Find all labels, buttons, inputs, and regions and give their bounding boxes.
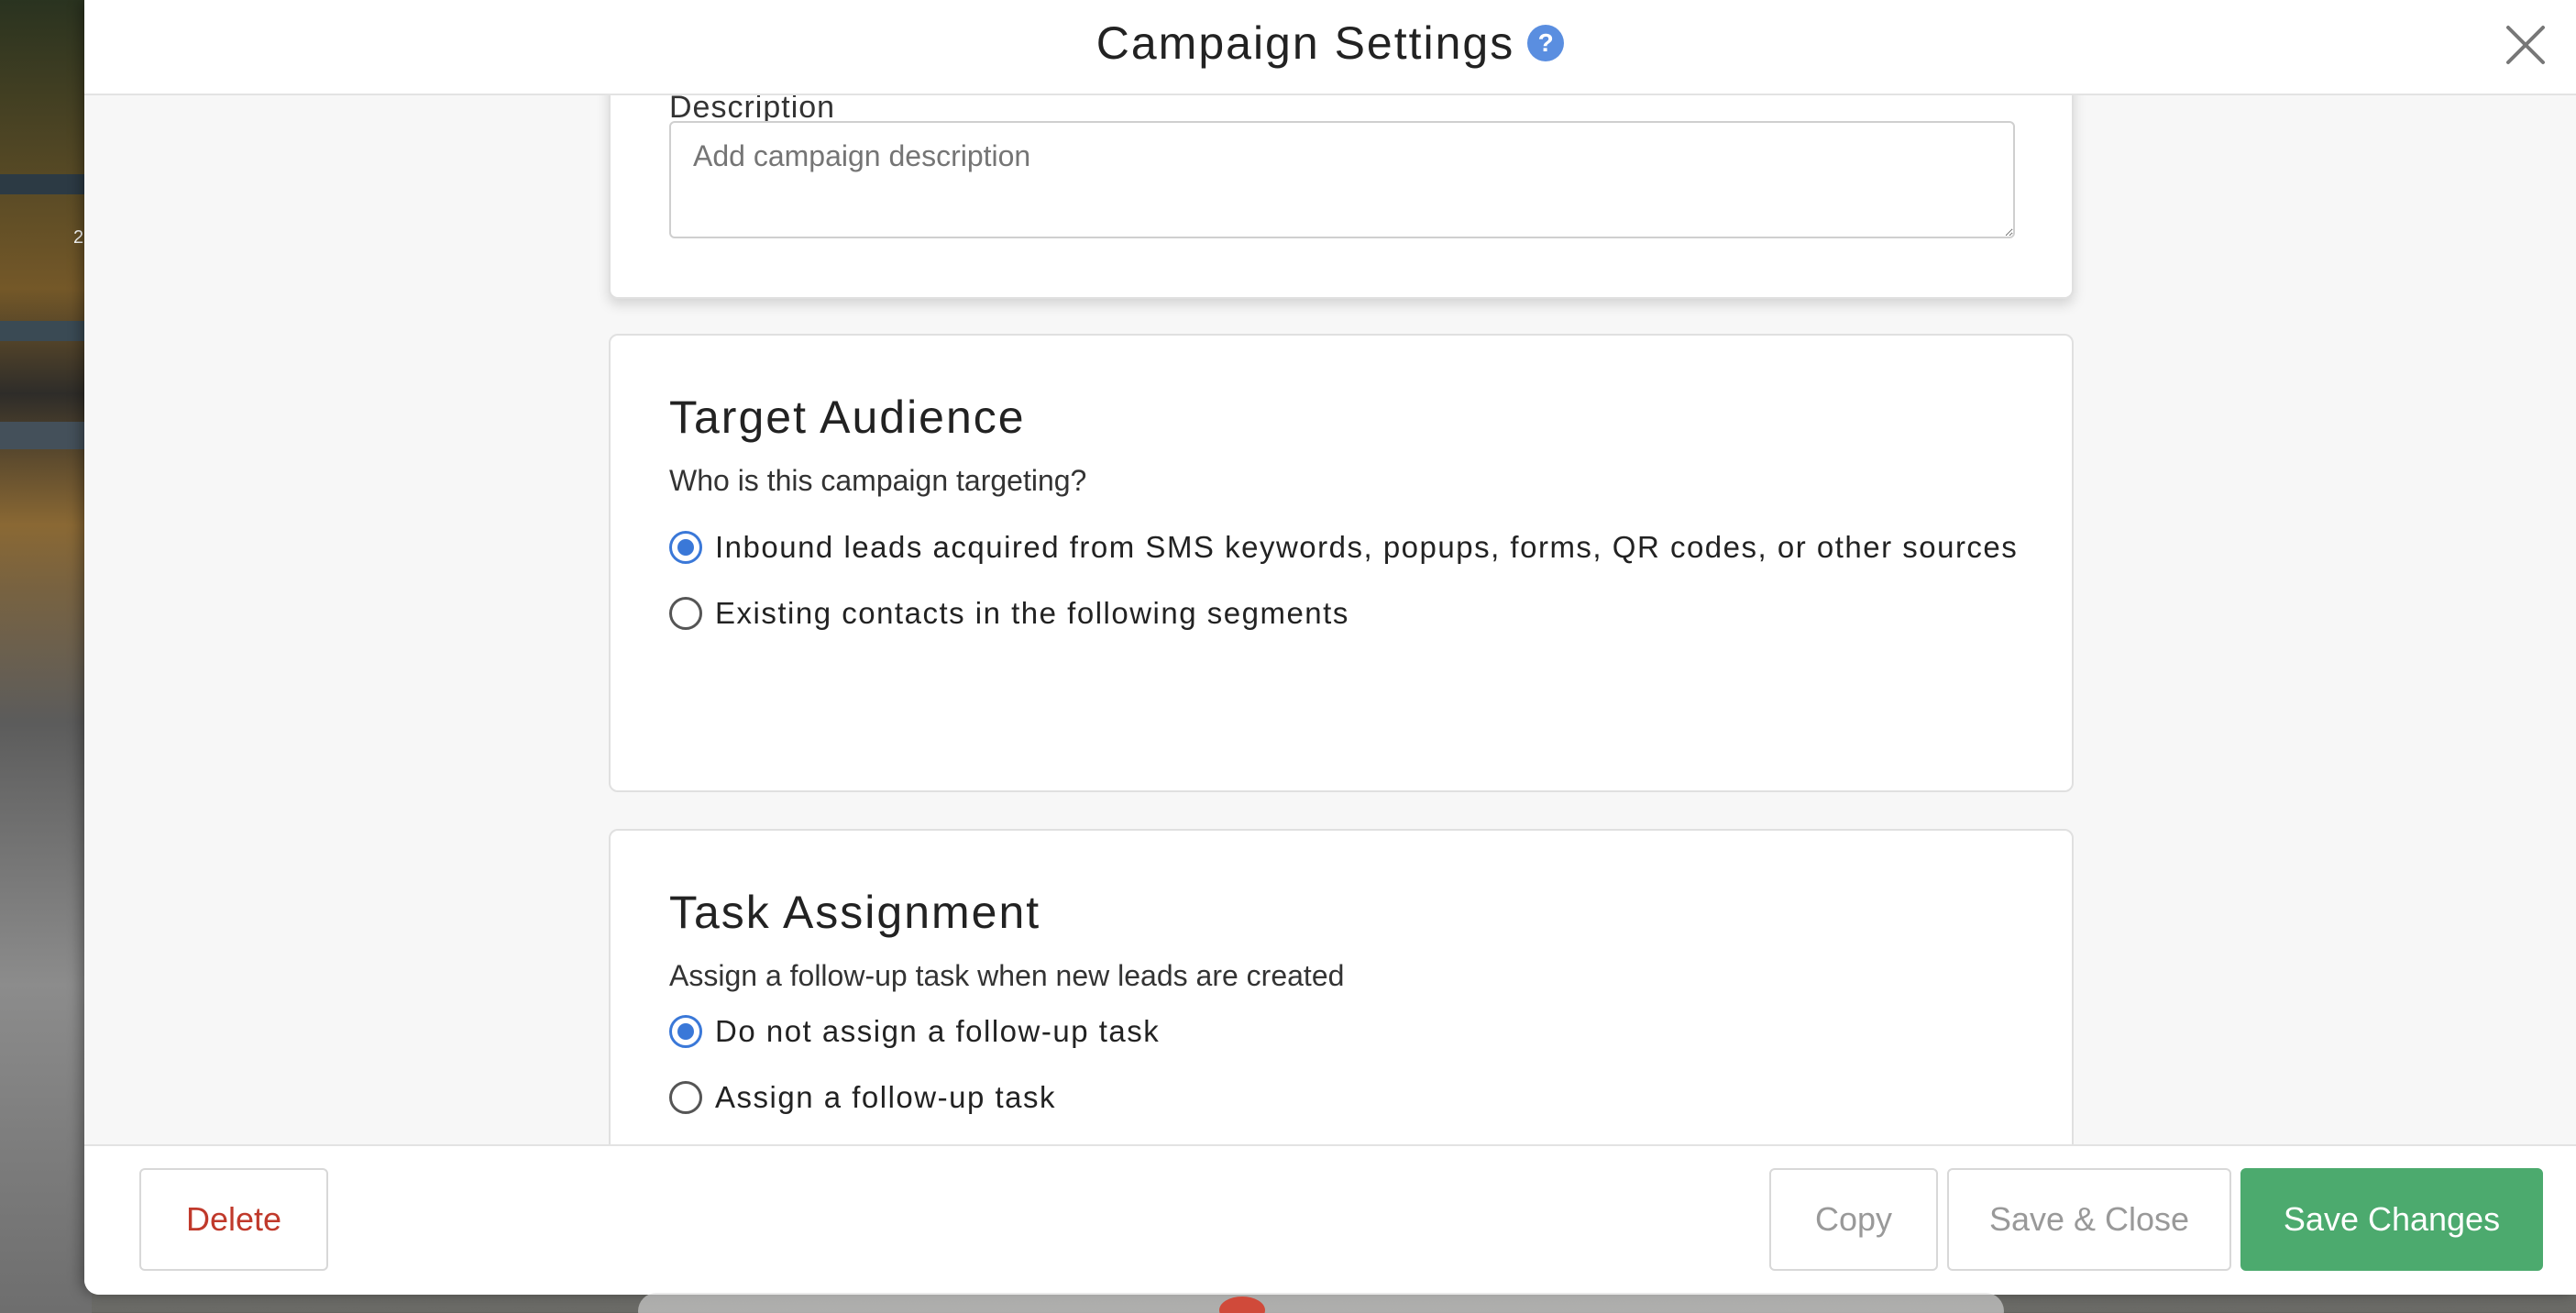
delete-button[interactable]: Delete bbox=[139, 1168, 328, 1271]
radio-label: Assign a follow-up task bbox=[715, 1080, 1056, 1114]
copy-button[interactable]: Copy bbox=[1769, 1168, 1938, 1271]
target-audience-card: Target Audience Who is this campaign tar… bbox=[609, 334, 2074, 792]
task-option-none[interactable]: Do not assign a follow-up task bbox=[669, 1014, 1160, 1049]
radio-checked-icon[interactable] bbox=[669, 531, 702, 564]
radio-checked-icon[interactable] bbox=[669, 1015, 702, 1048]
save-close-button[interactable]: Save & Close bbox=[1947, 1168, 2231, 1271]
background-photo bbox=[0, 0, 92, 1313]
modal-content[interactable]: Description Target Audience Who is this … bbox=[84, 95, 2576, 1146]
audience-option-inbound[interactable]: Inbound leads acquired from SMS keywords… bbox=[669, 530, 2018, 565]
background-tag: 2 bbox=[73, 227, 84, 248]
radio-unchecked-icon[interactable] bbox=[669, 1081, 702, 1114]
modal-title: Campaign Settings bbox=[1095, 17, 1515, 69]
target-audience-subtitle: Who is this campaign targeting? bbox=[669, 464, 1087, 497]
task-assignment-title: Task Assignment bbox=[669, 887, 1041, 938]
close-icon[interactable] bbox=[2503, 22, 2548, 68]
radio-label: Existing contacts in the following segme… bbox=[715, 596, 1349, 630]
background-bar bbox=[0, 422, 92, 449]
description-input[interactable] bbox=[669, 121, 2015, 238]
modal-title-wrap: Campaign Settings ? bbox=[84, 17, 2576, 70]
background-bar bbox=[0, 174, 92, 194]
audience-option-existing[interactable]: Existing contacts in the following segme… bbox=[669, 596, 1349, 631]
help-icon[interactable]: ? bbox=[1527, 25, 1565, 61]
radio-label: Inbound leads acquired from SMS keywords… bbox=[715, 530, 2019, 564]
task-assignment-card: Task Assignment Assign a follow-up task … bbox=[609, 829, 2074, 1146]
modal-header: Campaign Settings ? bbox=[84, 0, 2576, 95]
campaign-settings-modal: Campaign Settings ? Description Target A… bbox=[84, 0, 2576, 1295]
dock-app-icon[interactable] bbox=[1219, 1296, 1265, 1313]
task-option-assign[interactable]: Assign a follow-up task bbox=[669, 1080, 1056, 1115]
save-changes-button[interactable]: Save Changes bbox=[2240, 1168, 2543, 1271]
taskbar-dock bbox=[638, 1293, 2004, 1313]
modal-footer: Delete Copy Save & Close Save Changes bbox=[84, 1144, 2576, 1295]
background-bar bbox=[0, 321, 92, 341]
task-assignment-subtitle: Assign a follow-up task when new leads a… bbox=[669, 959, 1345, 992]
target-audience-title: Target Audience bbox=[669, 392, 1026, 443]
radio-unchecked-icon[interactable] bbox=[669, 597, 702, 630]
description-card: Description bbox=[609, 95, 2074, 299]
radio-label: Do not assign a follow-up task bbox=[715, 1014, 1161, 1048]
